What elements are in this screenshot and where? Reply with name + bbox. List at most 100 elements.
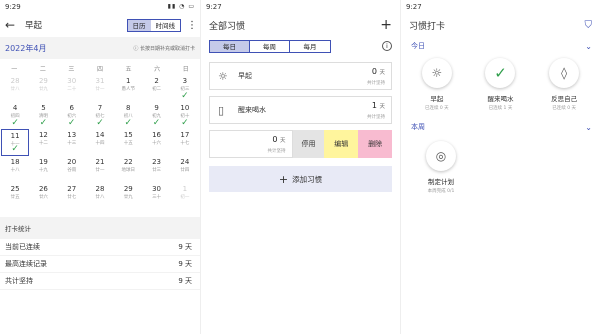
calendar-day[interactable]: 4 初四 ✓	[1, 102, 29, 129]
count-unit: 天	[280, 138, 286, 144]
lunar-date: 十七	[180, 141, 190, 146]
day-number: 13	[67, 131, 77, 139]
calendar-screen: 9:29 ▮▮ ◔ ▭ ← 早起 日历 时间线 ⋮ 2022年4月 ⓘ 长按日期补…	[0, 0, 200, 334]
calendar-day[interactable]: 7 初七 ✓	[86, 102, 114, 129]
day-number: 4	[12, 104, 18, 112]
checkin-plan[interactable]: ◎ 制定计划 本周完成 0/1	[411, 141, 471, 194]
delete-button[interactable]: 删除	[358, 130, 392, 158]
habit-sub: 共计坚持	[367, 81, 385, 86]
calendar-day-today[interactable]: 11 十一 ✓	[1, 129, 30, 156]
target-icon[interactable]: ◎	[426, 141, 456, 171]
day-number: 6	[69, 104, 74, 112]
day-number: 7	[97, 104, 103, 112]
day-number: 3	[182, 77, 188, 85]
back-arrow-icon[interactable]: ←	[5, 18, 25, 32]
weekday-label: 四	[96, 65, 103, 73]
streak-text: 已连续 0 天	[552, 106, 576, 111]
calendar-day[interactable]: 30 二十	[58, 75, 86, 102]
day-number: 12	[38, 131, 48, 139]
day-number: 11	[10, 132, 20, 140]
frequency-tabs: 每日 每周 每月 i	[201, 36, 400, 56]
calendar-grid: 28 廿八 29 廿九 30 二十 31 廿一 1 愚人节 2 初二 3 初三 ✓ 4 初四 ✓ 5 清明 ✓ 6 初六 ✓ 7…	[0, 75, 200, 210]
calendar-day[interactable]: 24 廿四	[171, 156, 199, 183]
tab-daily[interactable]: 每日	[210, 40, 250, 52]
tab-weekly[interactable]: 每周	[250, 40, 290, 52]
calendar-day[interactable]: 22 地球日	[114, 156, 142, 183]
disable-button[interactable]: 停用	[292, 130, 325, 158]
calendar-day[interactable]: 10 初十 ✓	[171, 102, 199, 129]
lunar-date: 十三	[67, 141, 77, 146]
calendar-day[interactable]: 8 初八 ✓	[114, 102, 142, 129]
calendar-day[interactable]: 1 愚人节	[114, 75, 142, 102]
day-number: 22	[123, 158, 133, 166]
calendar-day[interactable]: 20 谷雨	[58, 156, 86, 183]
habit-count: 1 天	[372, 101, 385, 110]
habit-card-water[interactable]: ▯ 醒来喝水 1 天 共计坚持	[209, 96, 392, 124]
swiped-habit-row: 0 天 共计坚持 停用 编辑 删除	[209, 130, 392, 158]
calendar-day[interactable]: 3 初三 ✓	[171, 75, 199, 102]
check-icon[interactable]: ✓	[485, 58, 516, 88]
info-icon[interactable]: i	[382, 41, 392, 51]
weekday-label: 日	[182, 65, 189, 73]
calendar-day[interactable]: 5 清明 ✓	[29, 102, 57, 129]
day-number: 21	[95, 158, 105, 166]
habit-card-swiped[interactable]: 0 天 共计坚持	[209, 130, 293, 158]
calendar-day[interactable]: 25 廿五	[1, 183, 29, 210]
day-number: 8	[126, 104, 131, 112]
checkin-reflect[interactable]: ◊ 反思自己 已连续 0 天	[534, 58, 594, 111]
calendar-day[interactable]: 30 三十	[142, 183, 170, 210]
lunar-date: 廿一	[95, 168, 105, 173]
app-header: ← 早起 日历 时间线 ⋮	[0, 14, 200, 36]
drop-icon[interactable]: ◊	[549, 58, 580, 88]
day-number: 15	[123, 131, 133, 139]
calendar-day[interactable]: 23 廿三	[142, 156, 170, 183]
day-number: 29	[38, 77, 48, 85]
filter-icon[interactable]: ⛉	[585, 20, 593, 31]
calendar-day[interactable]: 19 十九	[29, 156, 57, 183]
more-options-icon[interactable]: ⋮	[187, 20, 197, 31]
calendar-day[interactable]: 1 初一	[171, 183, 199, 210]
calendar-day[interactable]: 21 廿一	[86, 156, 114, 183]
check-icon: ✓	[39, 118, 48, 128]
week-section-header[interactable]: 本周 ⌄	[401, 117, 600, 137]
lunar-date: 廿六	[38, 195, 48, 200]
add-habit-label: 添加习惯	[292, 174, 323, 184]
add-habit-button[interactable]: + 添加习惯	[209, 166, 392, 192]
calendar-day[interactable]: 31 廿一	[86, 75, 114, 102]
day-number: 31	[95, 77, 105, 85]
status-bar: 9:27	[201, 0, 400, 14]
status-time: 9:27	[206, 3, 222, 11]
edit-button[interactable]: 编辑	[324, 130, 359, 158]
calendar-day[interactable]: 29 廿九	[114, 183, 142, 210]
calendar-day[interactable]: 15 十五	[114, 129, 142, 156]
calendar-day[interactable]: 13 十三	[58, 129, 86, 156]
calendar-day[interactable]: 28 廿八	[1, 75, 29, 102]
tab-monthly[interactable]: 每月	[290, 41, 330, 52]
calendar-day[interactable]: 27 廿七	[58, 183, 86, 210]
tab-timeline[interactable]: 时间线	[151, 20, 181, 31]
tab-calendar[interactable]: 日历	[127, 19, 151, 31]
calendar-day[interactable]: 14 十四	[86, 129, 114, 156]
lunar-date: 廿四	[180, 168, 190, 173]
stat-value: 9 天	[178, 277, 192, 285]
calendar-day[interactable]: 18 十八	[1, 156, 29, 183]
month-label[interactable]: 2022年4月	[5, 43, 133, 54]
calendar-day[interactable]: 28 廿八	[86, 183, 114, 210]
day-number: 2	[154, 77, 159, 85]
calendar-day[interactable]: 2 初二	[142, 75, 170, 102]
today-section-header[interactable]: 今日 ⌄	[401, 36, 600, 56]
habit-card-getup[interactable]: ☼ 早起 0 天 共计坚持	[209, 62, 392, 90]
add-icon[interactable]: +	[380, 17, 392, 33]
checkin-getup[interactable]: ☼ 早起 已连续 0 天	[407, 58, 467, 111]
calendar-day[interactable]: 6 初六 ✓	[58, 102, 86, 129]
calendar-day[interactable]: 16 十六	[142, 129, 170, 156]
status-bar: 9:27	[401, 0, 600, 14]
day-number: 5	[41, 104, 46, 112]
calendar-day[interactable]: 29 廿九	[29, 75, 57, 102]
calendar-day[interactable]: 17 十七	[171, 129, 199, 156]
sun-icon[interactable]: ☼	[421, 58, 452, 88]
calendar-day[interactable]: 26 廿六	[29, 183, 57, 210]
calendar-day[interactable]: 12 十二	[29, 129, 57, 156]
calendar-day[interactable]: 9 初九 ✓	[142, 102, 170, 129]
checkin-water[interactable]: ✓ 醒来喝水 已连续 1 天	[470, 58, 530, 111]
